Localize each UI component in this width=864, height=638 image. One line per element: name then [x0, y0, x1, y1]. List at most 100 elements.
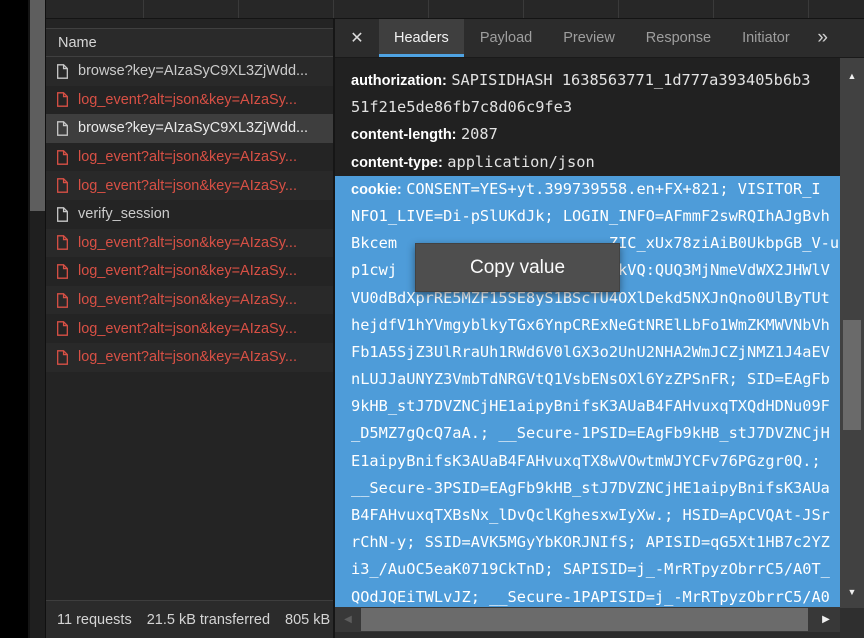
request-list: browse?key=AIzaSyC9XL3ZjWdd...log_event?…	[46, 57, 333, 372]
header-field-value: QOdJQEiTWLvJZ; __Secure-1PAPISID=j_-MrRT…	[351, 588, 830, 606]
header-line: nLUJJaUNYZ3VmbTdNRGVtQ1VsbENsOXl6YzZPSnF…	[351, 366, 840, 393]
close-icon[interactable]: ✕	[335, 19, 379, 57]
tab-preview[interactable]: Preview	[548, 19, 630, 57]
scroll-down-icon[interactable]: ▼	[840, 580, 864, 604]
header-field-value: Fb1A5SjZ3UlRraUh1RWd6V0lGX3o2UnU2NHA2WmJ…	[351, 343, 830, 361]
request-count: 11 requests	[57, 612, 132, 628]
request-name: log_event?alt=json&key=AIzaSy...	[78, 178, 297, 194]
header-line: authorization: SAPISIDHASH 1638563771_1d…	[351, 67, 864, 94]
scroll-up-icon[interactable]: ▲	[840, 64, 864, 88]
header-field-value: 51f21e5de86fb7c8d06c9fe3	[351, 98, 572, 116]
header-field-name: cookie:	[351, 182, 402, 198]
tab-strip: ✕ HeadersPayloadPreviewResponseInitiator…	[335, 19, 864, 58]
tab-payload[interactable]: Payload	[465, 19, 547, 57]
devtools-network-panel: Name browse?key=AIzaSyC9XL3ZjWdd...log_e…	[45, 0, 864, 638]
header-field-value: SAPISIDHASH 1638563771_1d777a393405b6b3	[451, 71, 810, 89]
request-row[interactable]: log_event?alt=json&key=AIzaSy...	[46, 286, 333, 315]
file-icon	[56, 178, 69, 193]
request-name: log_event?alt=json&key=AIzaSy...	[78, 263, 297, 279]
header-line: i3_/AuOC5eaK0719CkTnD; SAPISID=j_-MrRTpy…	[351, 556, 840, 583]
header-field-value: NFO1_LIVE=Di-pSlUKdJk; LOGIN_INFO=AFmmF2…	[351, 207, 830, 225]
request-row[interactable]: log_event?alt=json&key=AIzaSy...	[46, 229, 333, 258]
request-row[interactable]: log_event?alt=json&key=AIzaSy...	[46, 343, 333, 372]
header-line: cookie: CONSENT=YES+yt.399739558.en+FX+8…	[351, 176, 840, 203]
page-scrollbar-thumb[interactable]	[30, 0, 45, 211]
request-name: log_event?alt=json&key=AIzaSy...	[78, 349, 297, 365]
request-headers-block: authorization: SAPISIDHASH 1638563771_1d…	[335, 58, 864, 176]
request-row[interactable]: verify_session	[46, 200, 333, 229]
request-name: log_event?alt=json&key=AIzaSy...	[78, 92, 297, 108]
page-scrollbar[interactable]	[28, 0, 45, 638]
horizontal-scrollbar-thumb[interactable]	[361, 608, 808, 631]
header-field-value: rChN-y; SSID=AVK5MGyYbKORJNIfS; APISID=q…	[351, 533, 830, 551]
scroll-right-icon[interactable]: ▶	[814, 607, 838, 632]
request-row[interactable]: log_event?alt=json&key=AIzaSy...	[46, 257, 333, 286]
waterfall-header-strip	[46, 0, 864, 19]
header-field-value: hejdfV1hYVmgyblkyTGx6YnpCRExNeGtNRElLbFo…	[351, 316, 830, 334]
headers-content: authorization: SAPISIDHASH 1638563771_1d…	[335, 58, 864, 638]
request-row[interactable]: log_event?alt=json&key=AIzaSy...	[46, 86, 333, 115]
header-cell	[714, 0, 809, 18]
header-field-value: nLUJJaUNYZ3VmbTdNRGVtQ1VsbENsOXl6YzZPSnF…	[351, 370, 830, 388]
vertical-scrollbar-thumb[interactable]	[843, 320, 861, 430]
vertical-scrollbar[interactable]: ▲ ▼	[840, 58, 864, 608]
resources-size: 805 kB	[285, 612, 330, 628]
tab-spacer	[806, 19, 818, 57]
file-icon	[56, 264, 69, 279]
header-line: content-type: application/json	[351, 149, 864, 176]
header-field-name: authorization:	[351, 73, 447, 89]
tab-initiator[interactable]: Initiator	[727, 19, 805, 57]
header-cell	[334, 0, 429, 18]
file-icon	[56, 92, 69, 107]
header-cell	[144, 0, 239, 18]
header-line: 9kHB_stJ7DVZNCjHE1aipyBnifsK3AUaB4FAHvux…	[351, 393, 840, 420]
file-icon	[56, 121, 69, 136]
cookie-header-selection[interactable]: cookie: CONSENT=YES+yt.399739558.en+FX+8…	[335, 176, 840, 611]
scroll-left-icon[interactable]: ◀	[337, 607, 359, 632]
header-field-value: 9kHB_stJ7DVZNCjHE1aipyBnifsK3AUaB4FAHvux…	[351, 397, 830, 415]
header-line: E1aipyBnifsK3AUaB4FAHvuxqTX8wVOwtmWJYCFv…	[351, 448, 840, 475]
context-menu[interactable]: Copy value	[415, 243, 620, 292]
request-name: browse?key=AIzaSyC9XL3ZjWdd...	[78, 63, 308, 79]
header-cell	[524, 0, 619, 18]
header-field-value: i3_/AuOC5eaK0719CkTnD; SAPISID=j_-MrRTpy…	[351, 560, 830, 578]
request-name: verify_session	[78, 206, 170, 222]
copy-value-menu-item[interactable]: Copy value	[470, 257, 565, 279]
header-line: hejdfV1hYVmgyblkyTGx6YnpCRExNeGtNRElLbFo…	[351, 312, 840, 339]
horizontal-scrollbar[interactable]: ◀ ▶	[335, 607, 840, 632]
file-icon	[56, 235, 69, 250]
request-row[interactable]: log_event?alt=json&key=AIzaSy...	[46, 143, 333, 172]
request-row[interactable]: log_event?alt=json&key=AIzaSy...	[46, 171, 333, 200]
file-icon	[56, 64, 69, 79]
name-column-header[interactable]: Name	[46, 28, 333, 57]
scrollbar-corner	[840, 608, 864, 638]
header-field-value: application/json	[447, 153, 594, 171]
request-name: log_event?alt=json&key=AIzaSy...	[78, 321, 297, 337]
header-field-value: CONSENT=YES+yt.399739558.en+FX+821; VISI…	[406, 180, 820, 198]
file-icon	[56, 207, 69, 222]
file-icon	[56, 350, 69, 365]
header-line: __Secure-3PSID=EAgFb9kHB_stJ7DVZNCjHE1ai…	[351, 475, 840, 502]
file-icon	[56, 293, 69, 308]
header-line: content-length: 2087	[351, 121, 864, 148]
header-cell	[429, 0, 524, 18]
header-field-name: content-length:	[351, 127, 457, 143]
file-icon	[56, 321, 69, 336]
request-row[interactable]: browse?key=AIzaSyC9XL3ZjWdd...	[46, 114, 333, 143]
header-cell	[619, 0, 714, 18]
header-field-value: E1aipyBnifsK3AUaB4FAHvuxqTX8wVOwtmWJYCFv…	[351, 452, 821, 470]
file-icon	[56, 150, 69, 165]
more-tabs-icon[interactable]: »	[817, 19, 864, 57]
header-field-name: content-type:	[351, 155, 443, 171]
header-field-value: _D5MZ7gQcQ7aA.; __Secure-1PSID=EAgFb9kHB…	[351, 424, 830, 442]
network-status-bar: 11 requests 21.5 kB transferred 805 kB	[46, 600, 333, 638]
request-details-panel: ✕ HeadersPayloadPreviewResponseInitiator…	[333, 19, 864, 638]
header-cell	[46, 0, 144, 18]
header-cell	[239, 0, 334, 18]
request-row[interactable]: log_event?alt=json&key=AIzaSy...	[46, 314, 333, 343]
request-row[interactable]: browse?key=AIzaSyC9XL3ZjWdd...	[46, 57, 333, 86]
page-background	[0, 0, 28, 638]
tab-response[interactable]: Response	[631, 19, 726, 57]
tab-headers[interactable]: Headers	[379, 19, 464, 57]
header-line: NFO1_LIVE=Di-pSlUKdJk; LOGIN_INFO=AFmmF2…	[351, 203, 840, 230]
